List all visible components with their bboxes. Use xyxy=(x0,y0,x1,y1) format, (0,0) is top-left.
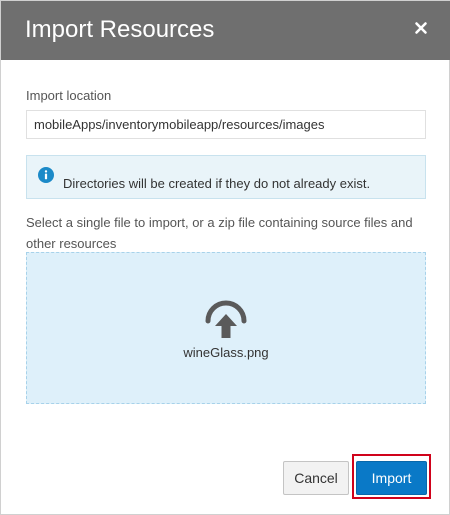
info-message: Directories will be created if they do n… xyxy=(26,155,426,199)
close-icon[interactable] xyxy=(411,18,431,38)
import-location-input[interactable] xyxy=(26,110,426,139)
import-button[interactable]: Import xyxy=(356,461,427,495)
dialog-title: Import Resources xyxy=(25,16,215,43)
file-dropzone[interactable]: wineGlass.png xyxy=(26,252,426,404)
info-icon xyxy=(38,167,54,183)
upload-arrow-icon xyxy=(205,300,247,338)
info-message-text: Directories will be created if they do n… xyxy=(63,176,371,191)
dialog-header: Import Resources xyxy=(1,1,450,60)
import-resources-dialog: Import Resources Import location Directo… xyxy=(0,0,450,515)
cancel-button[interactable]: Cancel xyxy=(283,461,349,495)
import-location-label: Import location xyxy=(26,88,112,103)
import-instructions: Select a single file to import, or a zip… xyxy=(26,215,413,251)
selected-file-name: wineGlass.png xyxy=(183,345,269,360)
